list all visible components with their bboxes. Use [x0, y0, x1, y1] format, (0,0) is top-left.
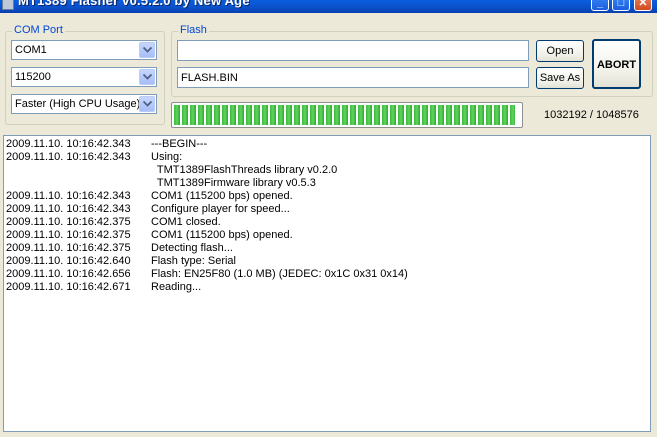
com-port-value: COM1	[15, 44, 47, 56]
save-as-button[interactable]: Save As	[536, 67, 584, 89]
log-message: COM1 closed.	[151, 216, 221, 228]
chevron-down-icon[interactable]	[139, 42, 155, 58]
log-timestamp: 2009.11.10. 10:16:42.671	[6, 281, 131, 293]
progress-bar	[171, 102, 523, 128]
maximize-icon: □	[617, 0, 625, 9]
abort-button-label: ABORT	[596, 59, 637, 71]
progress-fill	[174, 105, 515, 125]
flash-file-input[interactable]: FLASH.BIN	[177, 67, 529, 88]
open-button-label: Open	[546, 45, 574, 57]
title-bar[interactable]: MT1389 Flasher v0.5.2.0 by New Age _ □ ✕	[0, 0, 657, 13]
log-output[interactable]: 2009.11.10. 10:16:42.343 ---BEGIN--- 2009.…	[3, 135, 651, 432]
log-timestamp: 2009.11.10. 10:16:42.375	[6, 216, 131, 228]
com-port-legend: COM Port	[12, 24, 65, 36]
minimize-button[interactable]: _	[591, 0, 609, 11]
log-message: COM1 (115200 bps) opened.	[151, 190, 293, 202]
com-port-select[interactable]: COM1	[11, 40, 157, 60]
minimize-icon: _	[596, 0, 604, 9]
window-title: MT1389 Flasher v0.5.2.0 by New Age	[18, 0, 250, 8]
open-button[interactable]: Open	[536, 40, 584, 62]
log-message: Reading...	[151, 281, 202, 293]
log-timestamp: 2009.11.10. 10:16:42.343	[6, 203, 131, 215]
abort-button[interactable]: ABORT	[592, 39, 641, 89]
app-icon	[2, 0, 14, 10]
chevron-down-icon[interactable]	[139, 96, 155, 112]
baud-rate-select[interactable]: 115200	[11, 67, 157, 87]
log-timestamp: 2009.11.10. 10:16:42.640	[6, 255, 131, 267]
log-message: TMT1389Firmware library v0.5.3	[151, 177, 316, 189]
close-icon: ✕	[638, 0, 648, 9]
log-message: Flash: EN25F80 (1.0 MB) (JEDEC: 0x1C 0x3…	[151, 268, 408, 280]
log-message: COM1 (115200 bps) opened.	[151, 229, 293, 241]
log-message: ---BEGIN---	[151, 138, 208, 150]
flash-path-input[interactable]	[177, 40, 529, 61]
log-timestamp: 2009.11.10. 10:16:42.343	[6, 138, 131, 150]
log-timestamp: 2009.11.10. 10:16:42.375	[6, 242, 131, 254]
flash-legend: Flash	[178, 24, 209, 36]
log-message: Flash type: Serial	[151, 255, 236, 267]
speed-mode-select[interactable]: Faster (High CPU Usage)	[11, 94, 157, 114]
baud-rate-value: 115200	[15, 71, 51, 83]
flash-file-value: FLASH.BIN	[181, 72, 238, 84]
log-message: Detecting flash...	[151, 242, 233, 254]
chevron-down-icon[interactable]	[139, 69, 155, 85]
log-timestamp: 2009.11.10. 10:16:42.375	[6, 229, 131, 241]
speed-mode-value: Faster (High CPU Usage)	[15, 98, 141, 110]
progress-counter: 1032192 / 1048576	[544, 109, 639, 121]
log-timestamp: 2009.11.10. 10:16:42.343	[6, 151, 131, 163]
log-message: TMT1389FlashThreads library v0.2.0	[151, 164, 338, 176]
log-message: Using:	[151, 151, 183, 163]
save-as-button-label: Save As	[539, 72, 581, 84]
maximize-button[interactable]: □	[612, 0, 630, 11]
log-timestamp: 2009.11.10. 10:16:42.343	[6, 190, 131, 202]
log-timestamp: 2009.11.10. 10:16:42.656	[6, 268, 131, 280]
close-button[interactable]: ✕	[634, 0, 652, 11]
log-message: Configure player for speed...	[151, 203, 290, 215]
